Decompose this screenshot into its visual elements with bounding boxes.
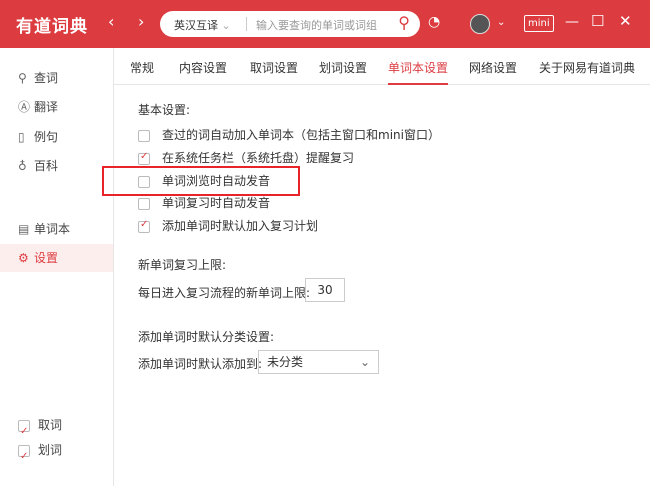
section-title-category: 添加单词时默认分类设置:	[138, 330, 275, 344]
chevron-down-icon: ⌄	[359, 355, 370, 369]
sidebar-item-label: 百科	[34, 159, 59, 173]
sidebar-item-label: 翻译	[34, 100, 59, 114]
search-mode-label: 英汉互译	[174, 19, 218, 32]
sidebar-item-encyclopedia[interactable]: ♁ 百科	[0, 152, 113, 180]
checkbox[interactable]	[138, 197, 150, 210]
divider	[246, 17, 247, 31]
tab-select[interactable]: 划词设置	[319, 59, 367, 76]
search-bar: 英汉互译 ⌄ 输入要查询的单词或词组 ⚲	[160, 11, 420, 37]
toggle-label: 取词	[38, 418, 63, 432]
avatar[interactable]	[470, 14, 490, 34]
toggle-label: 划词	[38, 443, 63, 457]
notebook-icon: ▤	[18, 222, 30, 236]
sidebar: ⚲ 查词 Ⓐ翻译 ▯ 例句 ♁ 百科 ▤ 单词本 ⚙ 设置 取词 划词	[0, 48, 114, 486]
tab-network[interactable]: 网络设置	[469, 59, 517, 76]
chevron-down-icon[interactable]: ⌄	[497, 17, 505, 28]
option-label: 在系统任务栏（系统托盘）提醒复习	[162, 151, 355, 165]
sidebar-item-wordbook[interactable]: ▤ 单词本	[0, 215, 113, 243]
app-logo: 有道词典	[16, 17, 88, 37]
option-add-review-plan[interactable]: 添加单词时默认加入复习计划	[138, 217, 318, 234]
sidebar-item-lookup[interactable]: ⚲ 查词	[0, 64, 113, 92]
tab-about[interactable]: 关于网易有道词典	[539, 59, 635, 76]
section-title-review: 新单词复习上限:	[138, 258, 227, 272]
checkbox[interactable]	[138, 129, 150, 142]
option-label: 查过的词自动加入单词本（包括主窗口和mini窗口）	[162, 128, 440, 142]
search-mode-dropdown[interactable]: 英汉互译 ⌄	[174, 17, 231, 33]
bulb-icon: ♁	[18, 159, 27, 173]
search-icon: ⚲	[18, 71, 27, 85]
checkbox[interactable]	[138, 151, 150, 165]
sidebar-item-label: 单词本	[34, 222, 71, 236]
example-icon: ▯	[18, 130, 25, 144]
default-category-label: 添加单词时默认添加到:	[138, 357, 263, 371]
search-icon[interactable]: ⚲	[398, 13, 410, 32]
option-label: 单词复习时自动发音	[162, 196, 271, 210]
settings-tabs: 常规 内容设置 取词设置 划词设置 单词本设置 网络设置 关于网易有道词典	[114, 48, 650, 85]
sidebar-item-examples[interactable]: ▯ 例句	[0, 123, 113, 151]
checkbox[interactable]	[138, 219, 150, 233]
sidebar-item-label: 查词	[34, 71, 59, 85]
review-limit-label: 每日进入复习流程的新单词上限:	[138, 286, 311, 300]
option-tray-reminder[interactable]: 在系统任务栏（系统托盘）提醒复习	[138, 149, 354, 166]
close-button[interactable]: ✕	[619, 12, 632, 30]
section-title-basic: 基本设置:	[138, 103, 191, 117]
option-review-pronounce[interactable]: 单词复习时自动发音	[138, 194, 270, 211]
tab-wordbook[interactable]: 单词本设置	[388, 59, 449, 85]
sidebar-item-settings[interactable]: ⚙ 设置	[0, 244, 113, 272]
gear-icon: ⚙	[18, 251, 29, 265]
checkbox[interactable]	[18, 443, 30, 471]
sidebar-item-label: 设置	[34, 251, 59, 265]
translate-icon: Ⓐ	[18, 100, 31, 114]
sidebar-item-label: 例句	[34, 130, 59, 144]
search-input[interactable]: 输入要查询的单词或词组	[256, 17, 377, 33]
default-category-select[interactable]: 未分类 ⌄	[258, 350, 379, 374]
checkbox[interactable]	[18, 418, 30, 446]
history-icon[interactable]: ◔	[428, 14, 440, 30]
highlight-box	[102, 166, 300, 196]
maximize-button[interactable]: ☐	[591, 12, 604, 30]
toggle-select-word[interactable]: 划词	[0, 436, 113, 471]
back-button[interactable]: ‹	[108, 12, 114, 31]
option-auto-add[interactable]: 查过的词自动加入单词本（包括主窗口和mini窗口）	[138, 126, 440, 143]
tab-content[interactable]: 内容设置	[179, 59, 227, 76]
chevron-down-icon: ⌄	[221, 19, 231, 32]
sidebar-item-translate[interactable]: Ⓐ 翻译	[0, 93, 113, 121]
toggle-capture-word[interactable]: 取词	[0, 411, 113, 446]
title-bar: 有道词典 ‹ › 英汉互译 ⌄ 输入要查询的单词或词组 ⚲ ◔ ⌄ mini —…	[0, 0, 650, 48]
tab-capture[interactable]: 取词设置	[250, 59, 298, 76]
review-limit-input[interactable]: 30	[305, 278, 345, 302]
tab-general[interactable]: 常规	[130, 59, 154, 76]
forward-button[interactable]: ›	[138, 12, 144, 31]
option-label: 添加单词时默认加入复习计划	[162, 219, 319, 233]
select-value: 未分类	[267, 355, 304, 369]
minimize-button[interactable]: —	[565, 14, 579, 30]
mini-mode-button[interactable]: mini	[524, 15, 554, 32]
